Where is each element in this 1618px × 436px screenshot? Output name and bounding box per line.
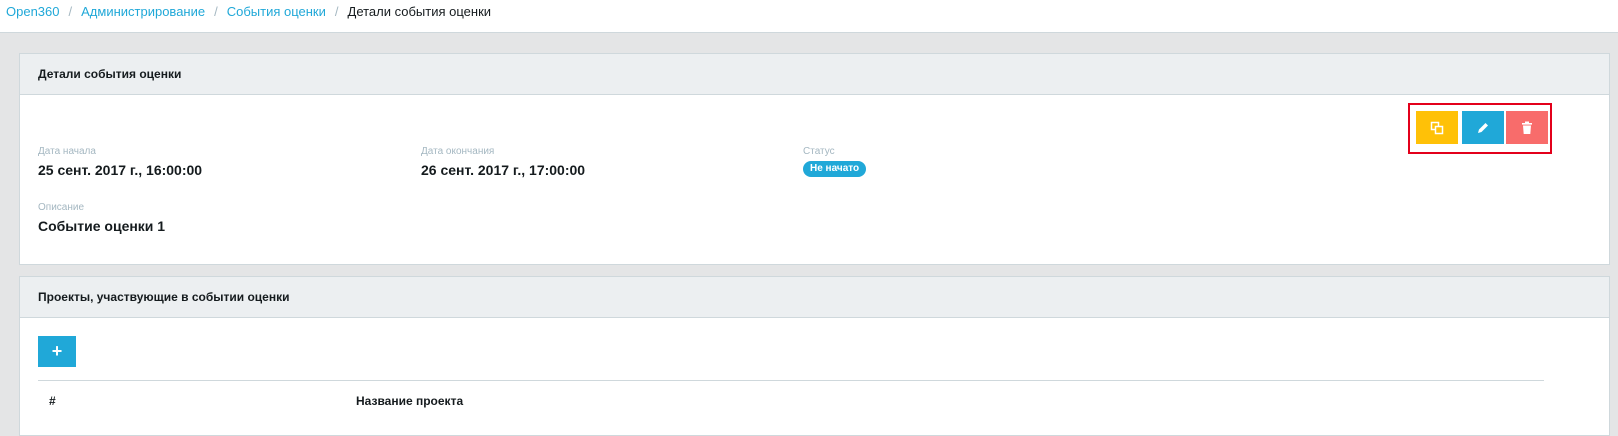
- status-badge: Не начато: [803, 161, 867, 177]
- pencil-icon: [1478, 122, 1488, 133]
- copy-button[interactable]: [1416, 111, 1458, 144]
- delete-button[interactable]: [1506, 111, 1548, 144]
- column-header-project-name: Название проекта: [356, 394, 464, 408]
- event-details-card: Детали события оценки Дата начала 25 сен…: [19, 53, 1610, 265]
- end-date-field: Дата окончания 26 сент. 2017 г., 17:00:0…: [421, 146, 585, 179]
- start-date-label: Дата начала: [38, 146, 96, 157]
- breadcrumb-home-link[interactable]: Open360: [6, 4, 60, 19]
- breadcrumb-separator: /: [68, 4, 73, 19]
- description-field: Описание Событие оценки 1: [38, 202, 165, 235]
- event-details-card-title: Детали события оценки: [20, 54, 1609, 95]
- start-date-field: Дата начала 25 сент. 2017 г., 16:00:00: [38, 146, 202, 179]
- breadcrumb-current: Детали события оценки: [347, 4, 492, 19]
- description-label: Описание: [38, 202, 85, 213]
- breadcrumb-separator: /: [334, 4, 339, 19]
- copy-icon: [1430, 121, 1444, 134]
- add-project-button[interactable]: +: [38, 336, 76, 367]
- breadcrumb-events-link[interactable]: События оценки: [227, 4, 326, 19]
- edit-button[interactable]: [1462, 111, 1504, 144]
- breadcrumb-administration-link[interactable]: Администрирование: [81, 4, 205, 19]
- status-label: Статус: [803, 146, 835, 157]
- trash-icon: [1522, 121, 1532, 134]
- end-date-value: 26 сент. 2017 г., 17:00:00: [421, 162, 586, 178]
- description-value: Событие оценки 1: [38, 218, 166, 234]
- start-date-value: 25 сент. 2017 г., 16:00:00: [38, 162, 203, 178]
- projects-card-title: Проекты, участвующие в событии оценки: [20, 277, 1609, 318]
- projects-card: Проекты, участвующие в событии оценки + …: [19, 276, 1610, 436]
- status-field: Статус Не начато: [803, 146, 867, 177]
- breadcrumb: Open360 / Администрирование / События оценки…: [0, 0, 1618, 33]
- breadcrumb-separator: /: [214, 4, 218, 19]
- end-date-label: Дата окончания: [421, 146, 495, 157]
- table-divider: [38, 380, 1544, 381]
- column-header-number: #: [49, 394, 56, 408]
